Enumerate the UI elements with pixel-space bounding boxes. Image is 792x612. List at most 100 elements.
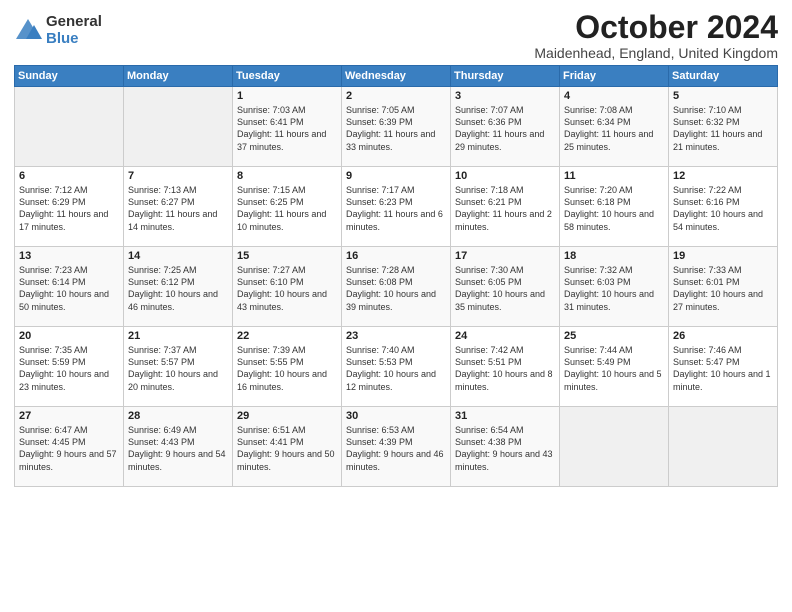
calendar-cell: 17 Sunrise: 7:30 AM Sunset: 6:05 PM Dayli… [451, 247, 560, 327]
cell-info: Sunrise: 6:53 AM Sunset: 4:39 PM Dayligh… [346, 424, 446, 473]
day-number: 23 [346, 330, 446, 342]
calendar-cell: 16 Sunrise: 7:28 AM Sunset: 6:08 PM Dayli… [342, 247, 451, 327]
logo-text: General Blue [46, 14, 102, 47]
cell-info: Sunrise: 7:17 AM Sunset: 6:23 PM Dayligh… [346, 184, 446, 233]
day-number: 5 [673, 90, 773, 102]
day-number: 15 [237, 250, 337, 262]
cell-info: Sunrise: 7:20 AM Sunset: 6:18 PM Dayligh… [564, 184, 664, 233]
cell-info: Sunrise: 7:08 AM Sunset: 6:34 PM Dayligh… [564, 104, 664, 153]
cell-info: Sunrise: 7:44 AM Sunset: 5:49 PM Dayligh… [564, 344, 664, 393]
day-number: 13 [19, 250, 119, 262]
day-number: 1 [237, 90, 337, 102]
cell-info: Sunrise: 7:12 AM Sunset: 6:29 PM Dayligh… [19, 184, 119, 233]
day-number: 6 [19, 170, 119, 182]
week-row-2: 13Sunrise: 7:23 AM Sunset: 6:14 PM Dayli… [15, 247, 778, 327]
calendar-cell [15, 87, 124, 167]
calendar-cell: 6 Sunrise: 7:12 AM Sunset: 6:29 PM Daylig… [15, 167, 124, 247]
title-block: October 2024 Maidenhead, England, United… [534, 10, 778, 61]
calendar-cell: 21Sunrise: 7:37 AM Sunset: 5:57 PM Dayli… [124, 327, 233, 407]
calendar-cell: 8Sunrise: 7:15 AM Sunset: 6:25 PM Daylig… [233, 167, 342, 247]
calendar-cell: 13Sunrise: 7:23 AM Sunset: 6:14 PM Dayli… [15, 247, 124, 327]
day-header-saturday: Saturday [669, 66, 778, 87]
calendar-cell [560, 407, 669, 487]
cell-info: Sunrise: 6:49 AM Sunset: 4:43 PM Dayligh… [128, 424, 228, 473]
calendar-cell: 31 Sunrise: 6:54 AM Sunset: 4:38 PM Dayli… [451, 407, 560, 487]
day-number: 29 [237, 410, 337, 422]
logo-icon [14, 17, 42, 45]
week-row-4: 27 Sunrise: 6:47 AM Sunset: 4:45 PM Dayli… [15, 407, 778, 487]
day-number: 3 [455, 90, 555, 102]
calendar-cell: 9 Sunrise: 7:17 AM Sunset: 6:23 PM Daylig… [342, 167, 451, 247]
cell-info: Sunrise: 7:28 AM Sunset: 6:08 PM Dayligh… [346, 264, 446, 313]
calendar-header: SundayMondayTuesdayWednesdayThursdayFrid… [15, 66, 778, 87]
cell-info: Sunrise: 7:18 AM Sunset: 6:21 PM Dayligh… [455, 184, 555, 233]
calendar-cell: 2Sunrise: 7:05 AM Sunset: 6:39 PM Daylig… [342, 87, 451, 167]
day-header-monday: Monday [124, 66, 233, 87]
cell-info: Sunrise: 7:32 AM Sunset: 6:03 PM Dayligh… [564, 264, 664, 313]
calendar-cell: 10 Sunrise: 7:18 AM Sunset: 6:21 PM Dayli… [451, 167, 560, 247]
cell-info: Sunrise: 7:05 AM Sunset: 6:39 PM Dayligh… [346, 104, 446, 153]
day-number: 24 [455, 330, 555, 342]
day-number: 10 [455, 170, 555, 182]
week-row-1: 6 Sunrise: 7:12 AM Sunset: 6:29 PM Daylig… [15, 167, 778, 247]
cell-info: Sunrise: 7:30 AM Sunset: 6:05 PM Dayligh… [455, 264, 555, 313]
calendar-cell: 19 Sunrise: 7:33 AM Sunset: 6:01 PM Dayli… [669, 247, 778, 327]
cell-info: Sunrise: 7:10 AM Sunset: 6:32 PM Dayligh… [673, 104, 773, 153]
day-number: 9 [346, 170, 446, 182]
day-number: 30 [346, 410, 446, 422]
day-number: 25 [564, 330, 664, 342]
calendar-cell: 23 Sunrise: 7:40 AM Sunset: 5:53 PM Dayli… [342, 327, 451, 407]
cell-info: Sunrise: 7:27 AM Sunset: 6:10 PM Dayligh… [237, 264, 337, 313]
calendar-cell: 4 Sunrise: 7:08 AM Sunset: 6:34 PM Daylig… [560, 87, 669, 167]
day-number: 14 [128, 250, 228, 262]
day-number: 26 [673, 330, 773, 342]
day-number: 17 [455, 250, 555, 262]
day-number: 16 [346, 250, 446, 262]
calendar-cell: 28 Sunrise: 6:49 AM Sunset: 4:43 PM Dayli… [124, 407, 233, 487]
cell-info: Sunrise: 7:33 AM Sunset: 6:01 PM Dayligh… [673, 264, 773, 313]
calendar-cell: 3 Sunrise: 7:07 AM Sunset: 6:36 PM Daylig… [451, 87, 560, 167]
cell-info: Sunrise: 7:46 AM Sunset: 5:47 PM Dayligh… [673, 344, 773, 393]
calendar-cell: 14Sunrise: 7:25 AM Sunset: 6:12 PM Dayli… [124, 247, 233, 327]
day-header-wednesday: Wednesday [342, 66, 451, 87]
page: General Blue October 2024 Maidenhead, En… [0, 0, 792, 612]
day-header-sunday: Sunday [15, 66, 124, 87]
calendar-cell: 25 Sunrise: 7:44 AM Sunset: 5:49 PM Dayli… [560, 327, 669, 407]
day-number: 7 [128, 170, 228, 182]
logo-blue: Blue [46, 31, 102, 48]
month-title: October 2024 [534, 10, 778, 45]
calendar-table: SundayMondayTuesdayWednesdayThursdayFrid… [14, 65, 778, 487]
calendar-cell: 11 Sunrise: 7:20 AM Sunset: 6:18 PM Dayli… [560, 167, 669, 247]
cell-info: Sunrise: 6:54 AM Sunset: 4:38 PM Dayligh… [455, 424, 555, 473]
week-row-0: 1 Sunrise: 7:03 AM Sunset: 6:41 PM Daylig… [15, 87, 778, 167]
calendar-cell: 18 Sunrise: 7:32 AM Sunset: 6:03 PM Dayli… [560, 247, 669, 327]
day-number: 27 [19, 410, 119, 422]
day-number: 4 [564, 90, 664, 102]
cell-info: Sunrise: 7:15 AM Sunset: 6:25 PM Dayligh… [237, 184, 337, 233]
day-number: 20 [19, 330, 119, 342]
cell-info: Sunrise: 7:42 AM Sunset: 5:51 PM Dayligh… [455, 344, 555, 393]
calendar-cell: 27 Sunrise: 6:47 AM Sunset: 4:45 PM Dayli… [15, 407, 124, 487]
day-number: 19 [673, 250, 773, 262]
day-number: 28 [128, 410, 228, 422]
logo-general: General [46, 14, 102, 31]
calendar-cell: 22Sunrise: 7:39 AM Sunset: 5:55 PM Dayli… [233, 327, 342, 407]
cell-info: Sunrise: 7:35 AM Sunset: 5:59 PM Dayligh… [19, 344, 119, 393]
calendar-cell: 24 Sunrise: 7:42 AM Sunset: 5:51 PM Dayli… [451, 327, 560, 407]
cell-info: Sunrise: 7:37 AM Sunset: 5:57 PM Dayligh… [128, 344, 228, 393]
logo: General Blue [14, 14, 102, 47]
cell-info: Sunrise: 7:40 AM Sunset: 5:53 PM Dayligh… [346, 344, 446, 393]
cell-info: Sunrise: 7:07 AM Sunset: 6:36 PM Dayligh… [455, 104, 555, 153]
cell-info: Sunrise: 6:51 AM Sunset: 4:41 PM Dayligh… [237, 424, 337, 473]
week-row-3: 20 Sunrise: 7:35 AM Sunset: 5:59 PM Dayli… [15, 327, 778, 407]
day-number: 31 [455, 410, 555, 422]
calendar-cell: 15 Sunrise: 7:27 AM Sunset: 6:10 PM Dayli… [233, 247, 342, 327]
cell-info: Sunrise: 6:47 AM Sunset: 4:45 PM Dayligh… [19, 424, 119, 473]
day-number: 11 [564, 170, 664, 182]
cell-info: Sunrise: 7:39 AM Sunset: 5:55 PM Dayligh… [237, 344, 337, 393]
cell-info: Sunrise: 7:03 AM Sunset: 6:41 PM Dayligh… [237, 104, 337, 153]
day-header-thursday: Thursday [451, 66, 560, 87]
header: General Blue October 2024 Maidenhead, En… [14, 10, 778, 61]
cell-info: Sunrise: 7:22 AM Sunset: 6:16 PM Dayligh… [673, 184, 773, 233]
day-number: 18 [564, 250, 664, 262]
